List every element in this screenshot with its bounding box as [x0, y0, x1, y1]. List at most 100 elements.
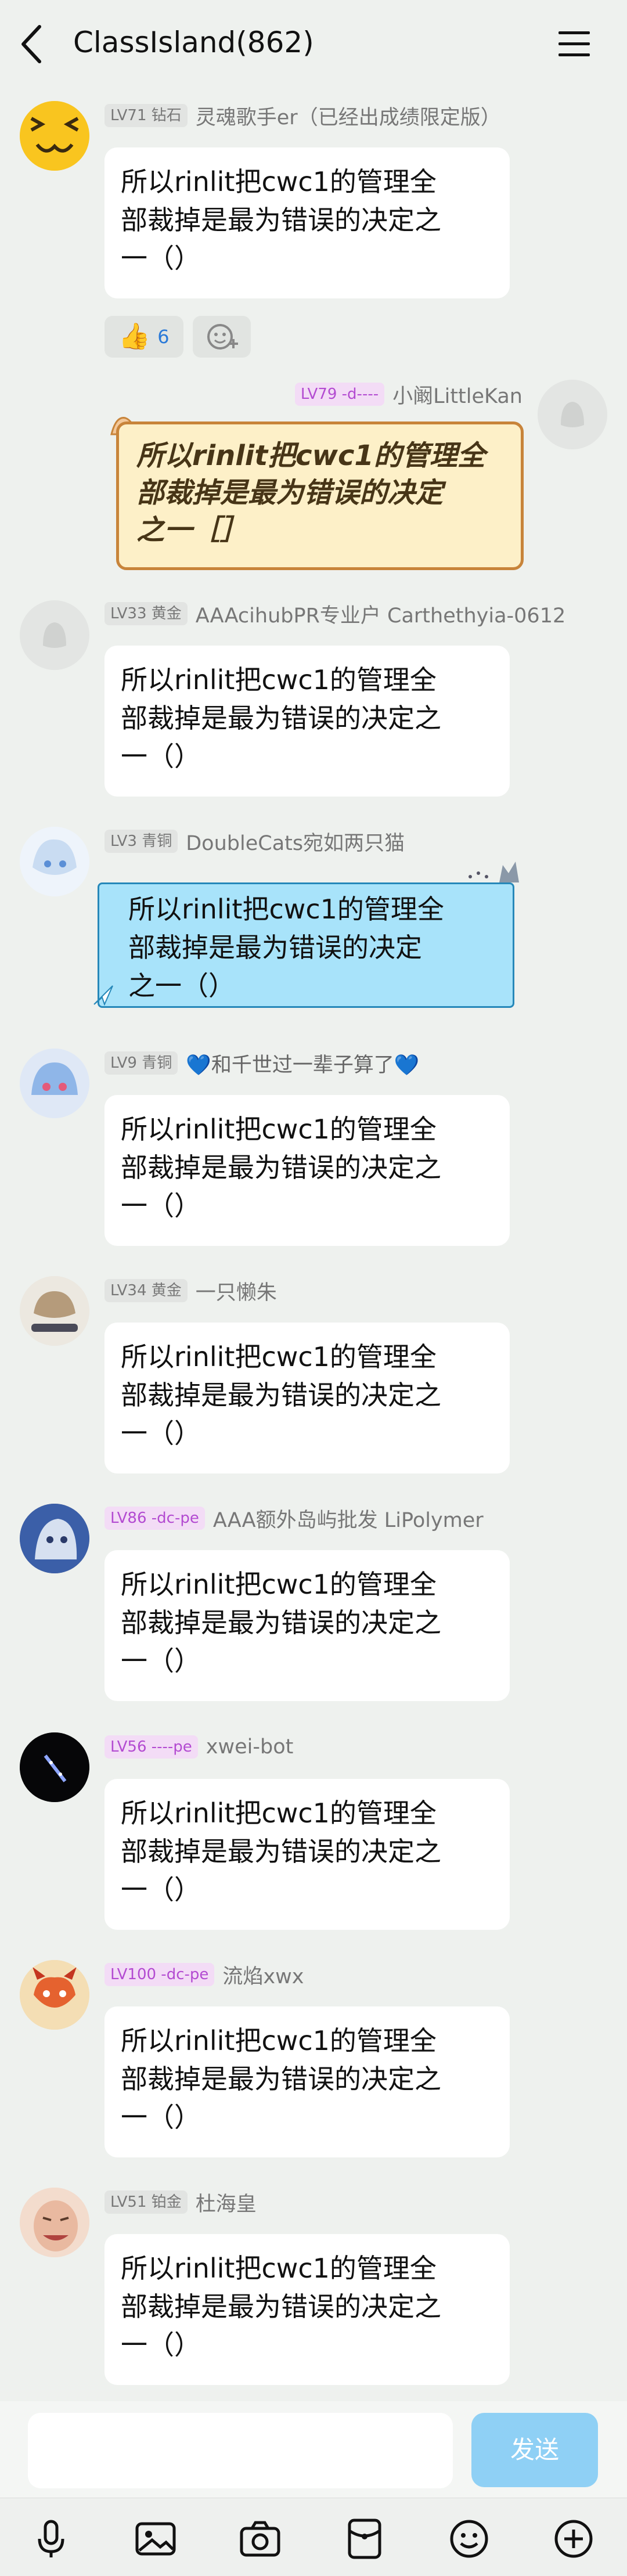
microphone-icon[interactable] — [28, 2516, 74, 2562]
message-meta: LV33 黄金 AAAcihubPR专业户 Carthethyia-0612 — [105, 599, 565, 628]
message-line: 一（） — [121, 2102, 201, 2133]
chat-header: ClassIsland(862) — [0, 0, 627, 87]
message-line: 一（） — [121, 1645, 201, 1677]
message-line: 部裁掉是最为错误的决定之 — [121, 1607, 441, 1638]
plus-icon[interactable] — [550, 2516, 597, 2562]
anime-avatar-icon — [20, 1049, 89, 1118]
message-meta: LV34 黄金 一只懒朱 — [105, 1276, 277, 1305]
avatar[interactable] — [20, 101, 89, 171]
message-bubble[interactable]: 所以rinlit把cwc1的管理全 部裁掉是最为错误的决定之 一（） — [105, 1779, 510, 1930]
message-line: 部裁掉是最为错误的决定之 — [121, 2063, 441, 2095]
message-line: 部裁掉是最为错误的决定 — [128, 932, 422, 963]
level-badge: LV71 钻石 — [105, 104, 188, 127]
message-meta: LV86 -dc-pe AAA额外岛屿批发 LiPolymer — [105, 1504, 484, 1533]
reaction-count: 6 — [157, 326, 170, 348]
level-badge: LV86 -dc-pe — [105, 1507, 205, 1530]
default-avatar-icon — [538, 380, 607, 449]
message-bubble[interactable]: 所以rinlit把cwc1的管理全 部裁掉是最为错误的决定之 一（） — [105, 646, 510, 797]
emoji-icon[interactable] — [446, 2516, 492, 2562]
face-photo-avatar-icon — [20, 2188, 89, 2257]
message-bubble[interactable]: 所以rinlit把cwc1的管理全 部裁掉是最为错误的决定之 一（） — [105, 1095, 510, 1246]
message-line: 部裁掉是最为错误的决定之 — [121, 1379, 441, 1411]
anime-avatar-icon — [20, 1504, 89, 1573]
camera-icon[interactable] — [237, 2516, 283, 2562]
add-emoji-icon — [207, 324, 238, 350]
thumbs-up-icon: 👍 — [118, 322, 151, 351]
message-input[interactable] — [28, 2413, 453, 2488]
sender-name[interactable]: 💙和千世过一辈子算了💙 — [186, 1049, 419, 1078]
avatar[interactable] — [20, 1504, 89, 1573]
level-badge: LV34 黄金 — [105, 1279, 188, 1302]
message-line: 部裁掉是最为错误的决定之 — [121, 2291, 441, 2322]
message-line: 部裁掉是最为错误的决定 — [136, 477, 444, 509]
paper-plane-decoration-icon — [93, 985, 113, 1006]
message-meta: LV9 青铜 💙和千世过一辈子算了💙 — [105, 1049, 419, 1078]
message-line: 所以rinlit把cwc1的管理全 — [121, 1341, 437, 1372]
back-arrow-icon[interactable] — [17, 22, 46, 66]
avatar[interactable] — [20, 1960, 89, 2030]
hamburger-menu-icon[interactable] — [557, 28, 591, 59]
sender-name[interactable]: 灵魂歌手er（已经出成绩限定版） — [196, 101, 501, 131]
message-line: 一（） — [121, 1874, 201, 1905]
message-line: 所以rinlit把cwc1的管理全 — [121, 166, 437, 197]
sender-name[interactable]: AAA额外岛屿批发 LiPolymer — [213, 1504, 484, 1533]
message-line: 所以rinlit把cwc1的管理全 — [121, 2025, 437, 2056]
avatar[interactable] — [538, 380, 607, 449]
avatar[interactable] — [20, 827, 89, 896]
level-badge: LV100 -dc-pe — [105, 1963, 215, 1986]
image-icon[interactable] — [132, 2516, 179, 2562]
message-bubble[interactable]: 所以rinlit把cwc1的管理全 部裁掉是最为错误的决定之 一（） — [105, 2006, 510, 2157]
level-badge: LV51 铂金 — [105, 2190, 188, 2214]
message-meta: LV51 铂金 杜海皇 — [105, 2188, 257, 2217]
level-badge: LV3 青铜 — [105, 830, 178, 853]
message-bubble[interactable]: 所以rinlit把cwc1的管理全 部裁掉是最为错误的决定之 一（） — [105, 1550, 510, 1701]
message-bubble[interactable]: 所以rinlit把cwc1的管理全 部裁掉是最为错误的决定之 一（） — [105, 1323, 510, 1473]
anime-avatar-icon — [20, 1276, 89, 1346]
message-line: 一（） — [121, 741, 201, 772]
message-line: 所以rinlit把cwc1的管理全 — [136, 439, 485, 472]
avatar[interactable] — [20, 1049, 89, 1118]
message-line: 所以rinlit把cwc1的管理全 — [121, 1114, 437, 1145]
red-packet-icon[interactable] — [341, 2516, 388, 2562]
message-meta: LV71 钻石 灵魂歌手er（已经出成绩限定版） — [105, 101, 501, 130]
avatar[interactable] — [20, 1732, 89, 1802]
sender-name[interactable]: xwei-bot — [206, 1735, 294, 1759]
message-bubble[interactable]: 所以rinlit把cwc1的管理全 部裁掉是最为错误的决定 之一［］ — [116, 421, 524, 570]
sender-name[interactable]: 杜海皇 — [196, 2188, 257, 2217]
message-line: 一（） — [121, 2329, 201, 2361]
message-meta: LV56 ----pe xwei-bot — [105, 1732, 293, 1761]
avatar[interactable] — [20, 2188, 89, 2257]
sender-name[interactable]: DoubleCats宛如两只猫 — [186, 827, 405, 856]
add-reaction-button[interactable] — [193, 316, 251, 358]
bot-avatar-icon — [20, 1732, 89, 1802]
avatar[interactable] — [20, 600, 89, 670]
default-avatar-icon — [20, 600, 89, 670]
message-bubble[interactable]: 所以rinlit把cwc1的管理全 部裁掉是最为错误的决定 之一（） — [98, 882, 514, 1008]
level-badge: LV56 ----pe — [105, 1735, 198, 1759]
thumbs-up-reaction[interactable]: 👍 6 — [105, 316, 183, 358]
chat-title[interactable]: ClassIsland(862) — [73, 26, 314, 59]
message-line: 部裁掉是最为错误的决定之 — [121, 702, 441, 734]
message-line: 之一（） — [128, 970, 235, 1001]
send-button[interactable]: 发送 — [471, 2413, 598, 2487]
message-line: 部裁掉是最为错误的决定之 — [121, 1152, 441, 1183]
message-meta: LV100 -dc-pe 流焰xwx — [105, 1960, 304, 1989]
message-input-bar: 发送 — [0, 2401, 627, 2498]
message-bubble[interactable]: 所以rinlit把cwc1的管理全 部裁掉是最为错误的决定之 一（） — [105, 147, 510, 298]
message-line: 所以rinlit把cwc1的管理全 — [121, 1797, 437, 1829]
sender-name[interactable]: 小阚LittleKan — [392, 380, 522, 409]
message-meta: LV3 青铜 DoubleCats宛如两只猫 — [105, 827, 405, 856]
level-badge: LV9 青铜 — [105, 1051, 178, 1075]
message-line: 部裁掉是最为错误的决定之 — [121, 1836, 441, 1867]
sender-name[interactable]: 流焰xwx — [222, 1960, 304, 1990]
message-line: 一（） — [121, 1190, 201, 1222]
message-line: 所以rinlit把cwc1的管理全 — [121, 664, 437, 696]
message-meta: LV79 -d---- 小阚LittleKan — [273, 380, 522, 409]
sender-name[interactable]: AAAcihubPR专业户 Carthethyia-0612 — [196, 599, 565, 629]
anime-avatar-icon — [20, 827, 89, 896]
sender-name[interactable]: 一只懒朱 — [196, 1276, 277, 1306]
message-bubble[interactable]: 所以rinlit把cwc1的管理全 部裁掉是最为错误的决定之 一（） — [105, 2234, 510, 2385]
avatar[interactable] — [20, 1276, 89, 1346]
message-line: 之一［］ — [136, 514, 248, 546]
message-line: 所以rinlit把cwc1的管理全 — [121, 1569, 437, 1600]
